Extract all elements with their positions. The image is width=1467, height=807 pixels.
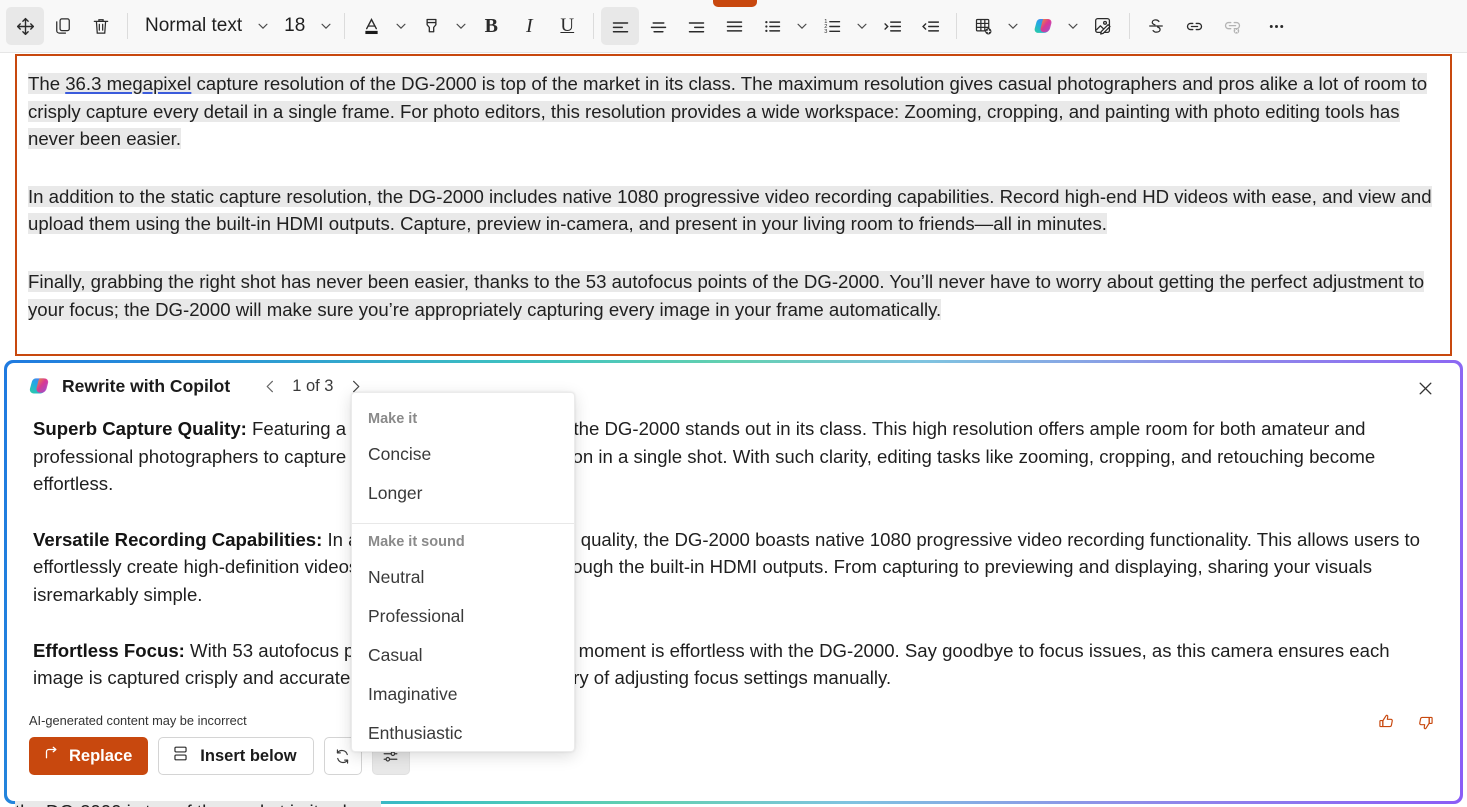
menu-item-longer[interactable]: Longer <box>352 474 574 513</box>
suggestion-paragraph-3: Effortless Focus: With 53 autofocus poin… <box>33 637 1428 692</box>
thumbs-up-button[interactable] <box>1374 709 1400 735</box>
italic-button[interactable]: I <box>510 7 548 45</box>
peek-text: the DG-2000 is top of the market in its … <box>15 801 381 807</box>
menu-item-enthusiastic[interactable]: Enthusiastic <box>352 714 574 753</box>
chevron-down-icon[interactable] <box>450 7 472 45</box>
increase-indent-icon[interactable] <box>873 7 911 45</box>
move-handle-icon[interactable] <box>6 7 44 45</box>
copy-icon[interactable] <box>44 7 82 45</box>
paragraph-1-lead: The <box>28 73 65 94</box>
paragraph-2-text: In addition to the static capture resolu… <box>28 186 1432 235</box>
suggestion-2-heading: Versatile Recording Capabilities: <box>33 529 322 550</box>
suggestion-3-heading: Effortless Focus: <box>33 640 185 661</box>
chevron-down-icon[interactable] <box>1062 7 1084 45</box>
feedback-controls <box>1374 709 1438 735</box>
font-size-select[interactable]: 18 <box>274 15 315 37</box>
document-paragraph-2[interactable]: In addition to the static capture resolu… <box>28 183 1439 238</box>
paragraph-1-rest: capture resolution of the DG-2000 is top… <box>28 73 1427 149</box>
replace-icon <box>42 745 60 768</box>
italic-label: I <box>526 15 533 38</box>
previous-suggestion-button[interactable] <box>256 372 284 400</box>
insert-table-icon[interactable] <box>964 7 1002 45</box>
replace-label: Replace <box>69 747 132 766</box>
document-paragraph-1[interactable]: The 36.3 megapixel capture resolution of… <box>28 70 1439 153</box>
rewrite-options-menu: Make it Concise Longer Make it sound Neu… <box>351 392 575 752</box>
font-color-icon[interactable] <box>352 7 390 45</box>
megapixel-link[interactable]: 36.3 megapixel <box>65 73 191 94</box>
menu-item-concise[interactable]: Concise <box>352 435 574 474</box>
svg-text:3: 3 <box>824 29 827 35</box>
underline-label: U <box>560 15 574 37</box>
underline-button[interactable]: U <box>548 7 586 45</box>
active-tab-indicator <box>713 0 757 7</box>
copilot-header: Rewrite with Copilot 1 of 3 <box>7 363 1460 409</box>
numbered-list-icon[interactable]: 1 2 3 <box>813 7 851 45</box>
align-justify-icon[interactable] <box>715 7 753 45</box>
menu-item-imaginative[interactable]: Imaginative <box>352 675 574 714</box>
menu-divider <box>352 523 574 524</box>
toolbar-divider <box>127 13 128 39</box>
document-next-paragraph-peek: the DG-2000 is top of the market in its … <box>15 798 1452 807</box>
trash-icon[interactable] <box>82 7 120 45</box>
align-center-icon[interactable] <box>639 7 677 45</box>
suggestion-paragraph-2: Versatile Recording Capabilities: In add… <box>33 526 1428 609</box>
paragraph-3-text: Finally, grabbing the right shot has nev… <box>28 271 1424 320</box>
strikethrough-icon[interactable] <box>1137 7 1175 45</box>
bulleted-list-icon[interactable] <box>753 7 791 45</box>
chevron-down-icon[interactable] <box>791 7 813 45</box>
highlight-icon[interactable] <box>412 7 450 45</box>
copilot-footer: AI-generated content may be incorrect <box>7 705 1460 801</box>
toolbar-divider <box>344 13 345 39</box>
toolbar-divider <box>593 13 594 39</box>
copilot-rewrite-panel: Rewrite with Copilot 1 of 3 Superb Captu… <box>4 360 1463 804</box>
chevron-down-icon[interactable] <box>851 7 873 45</box>
thumbs-down-button[interactable] <box>1412 709 1438 735</box>
chevron-down-icon[interactable] <box>315 7 337 45</box>
menu-item-neutral[interactable]: Neutral <box>352 558 574 597</box>
bold-label: B <box>485 15 498 38</box>
suggestion-3-body: With 53 autofocus points, capturing the … <box>33 640 1390 689</box>
ai-disclaimer: AI-generated content may be incorrect <box>29 713 247 728</box>
menu-section-title-make-it-sound: Make it sound <box>352 526 574 558</box>
more-options-icon[interactable] <box>1257 7 1295 45</box>
copilot-icon[interactable] <box>1024 7 1062 45</box>
suggestion-1-heading: Superb Capture Quality: <box>33 418 247 439</box>
insert-below-icon <box>171 744 190 768</box>
copilot-panel-title: Rewrite with Copilot <box>62 376 230 397</box>
menu-item-casual[interactable]: Casual <box>352 636 574 675</box>
chevron-down-icon[interactable] <box>1002 7 1024 45</box>
formatting-toolbar: Normal text 18 B I U <box>0 0 1467 53</box>
copilot-suggestion-body: Superb Capture Quality: Featuring a 36.3… <box>7 409 1460 692</box>
copilot-icon <box>27 374 52 399</box>
document-body: The 36.3 megapixel capture resolution of… <box>17 56 1450 323</box>
suggestion-paragraph-1: Superb Capture Quality: Featuring a 36.3… <box>33 415 1428 498</box>
copilot-panel-inner: Rewrite with Copilot 1 of 3 Superb Captu… <box>7 363 1460 801</box>
document-paragraph-3[interactable]: Finally, grabbing the right shot has nev… <box>28 268 1439 323</box>
toolbar-divider <box>1129 13 1130 39</box>
replace-button[interactable]: Replace <box>29 737 148 775</box>
insert-below-label: Insert below <box>200 747 296 766</box>
insert-picture-icon[interactable] <box>1084 7 1122 45</box>
close-copilot-button[interactable] <box>1410 373 1440 403</box>
toolbar-divider <box>956 13 957 39</box>
insert-link-icon[interactable] <box>1175 7 1213 45</box>
suggestion-counter: 1 of 3 <box>284 377 341 396</box>
decrease-indent-icon[interactable] <box>911 7 949 45</box>
insert-below-button[interactable]: Insert below <box>158 737 313 775</box>
chevron-down-icon[interactable] <box>390 7 412 45</box>
remove-link-icon[interactable] <box>1213 7 1251 45</box>
menu-section-title-make-it: Make it <box>352 403 574 435</box>
align-left-icon[interactable] <box>601 7 639 45</box>
bold-button[interactable]: B <box>472 7 510 45</box>
chevron-down-icon[interactable] <box>252 7 274 45</box>
menu-item-professional[interactable]: Professional <box>352 597 574 636</box>
align-right-icon[interactable] <box>677 7 715 45</box>
document-canvas[interactable]: The 36.3 megapixel capture resolution of… <box>15 54 1452 356</box>
text-style-select[interactable]: Normal text <box>135 15 252 37</box>
